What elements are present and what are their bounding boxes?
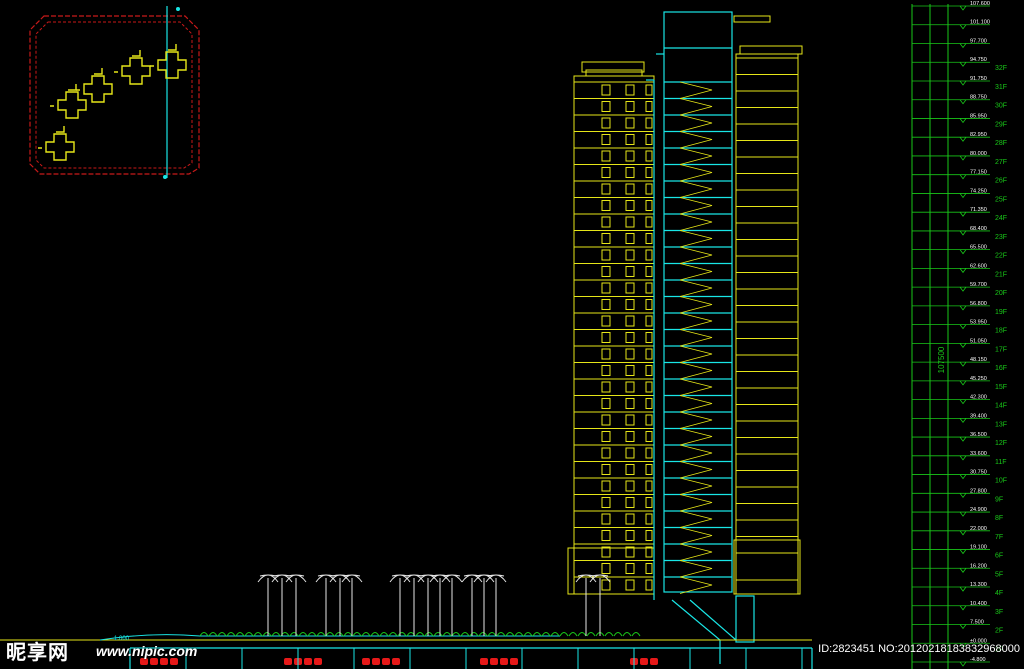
elevation-value: 30.750 (970, 470, 987, 476)
floor-label: 4F (995, 590, 1003, 597)
floor-label: 2F (995, 628, 1003, 635)
elevation-value: -4.800 (970, 657, 986, 663)
main-tower-left (567, 61, 655, 595)
floor-label: 22F (995, 253, 1007, 260)
elevation-value: 13.300 (970, 582, 987, 588)
elevation-value: 94.750 (970, 57, 987, 63)
floor-label: 10F (995, 478, 1007, 485)
floor-label: 7F (995, 534, 1003, 541)
elevation-value: 16.200 (970, 563, 987, 569)
elevation-value: 91.750 (970, 76, 987, 82)
elevation-value: 33.600 (970, 451, 987, 457)
floor-label: 20F (995, 290, 1007, 297)
elevation-value: 51.050 (970, 338, 987, 344)
key-plan (29, 6, 200, 179)
floor-label: 14F (995, 403, 1007, 410)
floor-label: 17F (995, 346, 1007, 353)
elevation-value: 88.750 (970, 95, 987, 101)
floor-label: 28F (995, 140, 1007, 147)
elevation-value: 59.700 (970, 282, 987, 288)
elevation-value: 27.800 (970, 488, 987, 494)
elevation-value: 56.800 (970, 301, 987, 307)
elevation-value: 65.500 (970, 245, 987, 251)
elevation-value: 68.400 (970, 226, 987, 232)
elevation-value: 39.400 (970, 413, 987, 419)
floor-label: 5F (995, 571, 1003, 578)
floor-label: 29F (995, 121, 1007, 128)
total-height-dim: 107500 (937, 346, 946, 373)
elevation-value: 97.700 (970, 38, 987, 44)
floor-label: 3F (995, 609, 1003, 616)
elevation-value: 62.600 (970, 263, 987, 269)
elevation-value: 24.900 (970, 507, 987, 513)
floor-label: 12F (995, 440, 1007, 447)
elevation-value: 48.150 (970, 357, 987, 363)
floor-label: 25F (995, 196, 1007, 203)
floor-label: 31F (995, 84, 1007, 91)
elevation-value: 77.150 (970, 170, 987, 176)
elevation-value: 19.100 (970, 545, 987, 551)
floor-label: 13F (995, 421, 1007, 428)
elevation-scale: 107.600 101.100 97.700 94.750 32F 91.750 31F 88… (911, 1, 1007, 669)
elevation-value: 22.000 (970, 526, 987, 532)
floor-label: 15F (995, 384, 1007, 391)
floor-label: 18F (995, 328, 1007, 335)
elevation-value: 101.100 (970, 20, 990, 26)
elevation-value: 10.400 (970, 601, 987, 607)
palm-trees (257, 574, 611, 636)
section-drawing: 107.600 101.100 97.700 94.750 32F 91.750 31F 88… (0, 1, 1007, 669)
floor-label: 16F (995, 365, 1007, 372)
elevation-value: 53.950 (970, 320, 987, 326)
elevation-value: 71.350 (970, 207, 987, 213)
main-tower-right (733, 15, 803, 595)
floor-label: 6F (995, 553, 1003, 560)
floor-label: 11F (995, 459, 1007, 466)
watermark-id: ID:2823451 NO:20120218183832968000 (818, 643, 1020, 655)
elevation-value: 107.600 (970, 1, 990, 7)
floor-label: 24F (995, 215, 1007, 222)
elevation-value: 82.950 (970, 132, 987, 138)
floor-label: 23F (995, 234, 1007, 241)
elevation-value: 7.500 (970, 620, 984, 626)
floor-label: 9F (995, 496, 1003, 503)
floor-label: 19F (995, 309, 1007, 316)
floor-label: 32F (995, 65, 1007, 72)
floor-label: 26F (995, 178, 1007, 185)
elevation-value: 80.000 (970, 151, 987, 157)
floor-label: 8F (995, 515, 1003, 522)
watermark-logo: 昵享网 (6, 642, 69, 664)
floor-label: 30F (995, 103, 1007, 110)
building-footprints (38, 44, 187, 161)
ground-level-left: -1.000 (112, 636, 130, 642)
elevation-value: 85.950 (970, 113, 987, 119)
floor-label: 27F (995, 159, 1007, 166)
watermark-url: www.nipic.com (96, 643, 198, 659)
floor-label: 21F (995, 271, 1007, 278)
elevation-value: 45.250 (970, 376, 987, 382)
elevation-value: 74.250 (970, 188, 987, 194)
elevation-value: 42.300 (970, 395, 987, 401)
elevation-value: 36.500 (970, 432, 987, 438)
